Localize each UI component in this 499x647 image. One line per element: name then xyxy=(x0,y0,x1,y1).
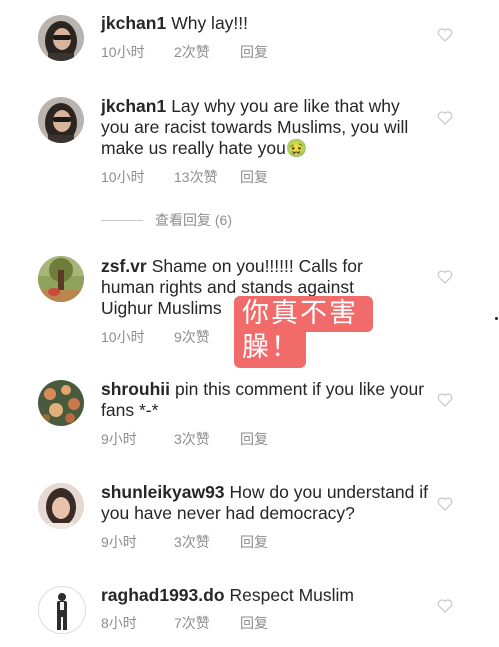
username[interactable]: jkchan1 xyxy=(101,96,166,116)
comment-text: shrouhii pin this comment if you like you… xyxy=(101,379,431,421)
username[interactable]: jkchan1 xyxy=(101,13,166,33)
comment-text: jkchan1 Lay why you are like that why you… xyxy=(101,96,431,159)
sticker-text-line1: 你真不害 xyxy=(242,298,358,329)
comment-meta: 10小时 2次赞 回复 xyxy=(101,42,268,62)
comment-meta: 10小时 13次赞 回复 xyxy=(101,167,268,187)
comment-meta: 9小时 3次赞 回复 xyxy=(101,532,268,552)
like-count[interactable]: 7次赞 xyxy=(174,613,240,633)
timestamp: 10小时 xyxy=(101,329,145,345)
flowers-avatar xyxy=(38,380,84,426)
avatar[interactable] xyxy=(38,483,84,529)
comment-text: shunleikyaw93 How do you understand if yo… xyxy=(101,482,431,524)
like-count[interactable]: 9次赞 xyxy=(174,327,240,347)
like-count[interactable]: 3次赞 xyxy=(174,429,240,449)
stray-dot xyxy=(495,317,498,320)
username[interactable]: zsf.vr xyxy=(101,256,147,276)
tree-landscape-avatar xyxy=(38,256,84,302)
divider-line xyxy=(101,219,143,221)
text-sticker: 你真不害 臊！ xyxy=(234,296,373,368)
avatar[interactable] xyxy=(38,256,84,302)
avatar[interactable] xyxy=(38,380,84,426)
sticker-text-line2: 臊！ xyxy=(242,332,300,363)
view-replies-button[interactable]: 查看回复 (6) xyxy=(101,211,232,229)
man-suit-avatar xyxy=(39,587,85,633)
heart-icon[interactable] xyxy=(437,599,453,613)
username[interactable]: shunleikyaw93 xyxy=(101,482,225,502)
like-count[interactable]: 2次赞 xyxy=(174,42,240,62)
reply-button[interactable]: 回复 xyxy=(240,429,268,449)
comment-meta: 9小时 3次赞 回复 xyxy=(101,429,268,449)
reply-button[interactable]: 回复 xyxy=(240,532,268,552)
timestamp: 9小时 xyxy=(101,431,137,447)
avatar[interactable] xyxy=(38,586,86,634)
avatar[interactable] xyxy=(38,97,84,143)
woman-sunglasses-avatar xyxy=(38,97,84,143)
heart-icon[interactable] xyxy=(437,497,453,511)
heart-icon[interactable] xyxy=(437,270,453,284)
heart-icon[interactable] xyxy=(437,28,453,42)
timestamp: 10小时 xyxy=(101,44,145,60)
reply-button[interactable]: 回复 xyxy=(240,167,268,187)
reply-button[interactable]: 回复 xyxy=(240,613,268,633)
timestamp: 9小时 xyxy=(101,534,137,550)
like-count[interactable]: 13次赞 xyxy=(174,167,240,187)
woman-portrait-avatar xyxy=(38,483,84,529)
heart-icon[interactable] xyxy=(437,393,453,407)
timestamp: 8小时 xyxy=(101,615,137,631)
comment-body: Why lay!!! xyxy=(171,13,249,33)
comment-meta: 8小时 7次赞 回复 xyxy=(101,613,268,633)
comment-text: raghad1993.do Respect Muslim xyxy=(101,585,431,606)
timestamp: 10小时 xyxy=(101,169,145,185)
like-count[interactable]: 3次赞 xyxy=(174,532,240,552)
comment-body: Respect Muslim xyxy=(229,585,355,605)
view-replies-label: 查看回复 (6) xyxy=(155,212,232,228)
avatar[interactable] xyxy=(38,15,84,61)
username[interactable]: shrouhii xyxy=(101,379,170,399)
woman-sunglasses-avatar xyxy=(38,15,84,61)
comment-text: jkchan1 Why lay!!! xyxy=(101,13,431,34)
username[interactable]: raghad1993.do xyxy=(101,585,225,605)
heart-icon[interactable] xyxy=(437,111,453,125)
reply-button[interactable]: 回复 xyxy=(240,42,268,62)
